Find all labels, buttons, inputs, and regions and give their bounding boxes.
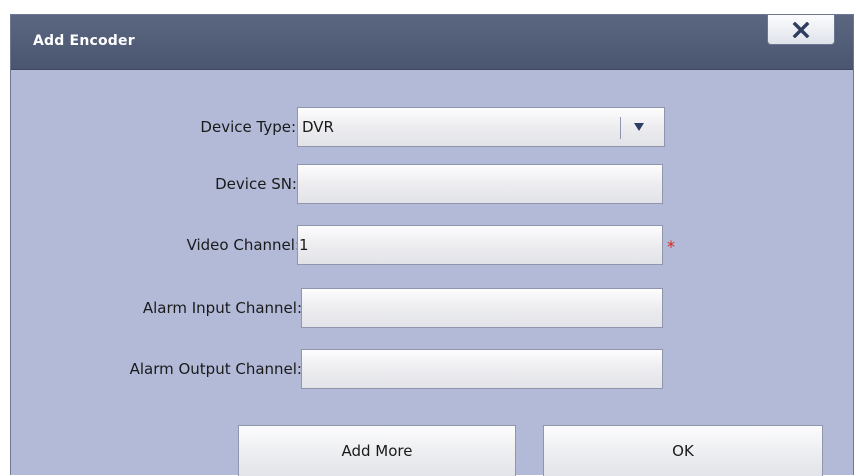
alarm-input-channel-label: Alarm Input Channel: xyxy=(142,299,302,317)
alarm-output-channel-input[interactable] xyxy=(301,349,663,389)
alarm-output-channel-label: Alarm Output Channel: xyxy=(129,360,302,378)
device-sn-input[interactable] xyxy=(297,164,663,204)
device-type-value: DVR xyxy=(302,118,334,136)
alarm-input-channel-input[interactable] xyxy=(301,288,663,328)
device-type-select[interactable]: DVR xyxy=(297,107,665,147)
alarm-output-channel-row: Alarm Output Channel: xyxy=(11,349,855,389)
video-channel-input[interactable]: 1 xyxy=(297,225,663,265)
close-x-icon xyxy=(792,21,810,38)
device-type-row: Device Type: DVR xyxy=(11,107,855,147)
chevron-down-icon[interactable] xyxy=(634,123,644,131)
close-button[interactable] xyxy=(767,15,835,45)
ok-button[interactable]: OK xyxy=(543,425,823,476)
add-more-button[interactable]: Add More xyxy=(238,425,516,476)
alarm-input-channel-row: Alarm Input Channel: xyxy=(11,288,855,328)
dialog-title: Add Encoder xyxy=(33,33,135,49)
dropdown-separator xyxy=(620,117,621,139)
video-channel-row: Video Channel: 1 * xyxy=(11,225,855,265)
required-indicator: * xyxy=(667,237,675,256)
device-type-label: Device Type: xyxy=(200,118,296,136)
dialog-titlebar: Add Encoder xyxy=(11,15,853,70)
add-encoder-dialog: Add Encoder Device Type: DVR Device SN: … xyxy=(10,14,855,476)
device-sn-label: Device SN: xyxy=(215,175,297,193)
video-channel-label: Video Channel: xyxy=(186,236,300,254)
device-sn-row: Device SN: xyxy=(11,164,855,204)
